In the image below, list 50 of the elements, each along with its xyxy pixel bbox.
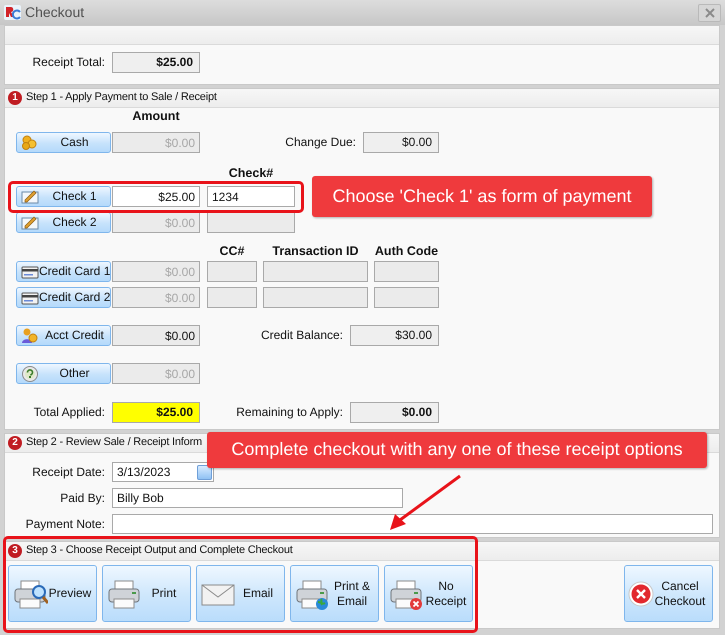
amount-display: $0.00 xyxy=(363,132,439,153)
field-label: Payment Note: xyxy=(24,516,105,532)
total-applied-value: $25.00 xyxy=(112,402,200,423)
column-header: CC# xyxy=(218,245,246,257)
field-label: Paid By: xyxy=(59,490,105,506)
close-button[interactable] xyxy=(698,4,721,22)
payment-button[interactable]: Acct Credit xyxy=(16,325,111,346)
person-coins-icon xyxy=(21,326,39,344)
field-label: Total Applied: xyxy=(32,405,105,420)
amount-display: $30.00 xyxy=(350,325,439,346)
cancel-icon xyxy=(628,580,654,606)
step-number-badge: 3 xyxy=(8,544,22,558)
receipt-button[interactable]: No Receipt xyxy=(384,565,473,622)
amount-field[interactable]: $0.00 xyxy=(112,325,200,346)
window-title: Checkout xyxy=(25,4,84,21)
field-label: Receipt Total: xyxy=(32,55,105,70)
arrow xyxy=(390,474,461,530)
payment-button[interactable]: Check 1 xyxy=(16,186,111,207)
receipt-button[interactable]: Print & Email xyxy=(290,565,379,622)
receipt-button[interactable]: Print xyxy=(102,565,191,622)
close-icon xyxy=(704,8,714,18)
field-label: Credit Balance: xyxy=(260,328,343,343)
dropdown-button[interactable] xyxy=(197,464,212,480)
remaining-value: $0.00 xyxy=(350,402,439,423)
column-header: Auth Code xyxy=(374,245,439,257)
section-title: Step 1 - Apply Payment to Sale / Receipt xyxy=(26,91,217,105)
field-label: Receipt Date: xyxy=(31,464,105,480)
column-header: Transaction ID xyxy=(271,245,360,257)
column-header: Check# xyxy=(228,167,274,179)
date-field[interactable]: 3/13/2023 xyxy=(112,462,214,482)
column-header: Amount xyxy=(131,110,181,122)
section-title: Step 3 - Choose Receipt Output and Complete Checkout xyxy=(26,544,293,558)
cancel-button[interactable]: Cancel Checkout xyxy=(624,565,713,622)
step-number-badge: 2 xyxy=(8,436,22,450)
section-title: Step 2 - Review Sale / Receipt Inform xyxy=(26,436,202,450)
app-logo-icon xyxy=(4,4,21,21)
question-icon xyxy=(21,364,39,382)
field-label: Remaining to Apply: xyxy=(235,405,343,420)
receipt-button[interactable]: Preview xyxy=(8,565,97,622)
callout-label: Choose 'Check 1' as form of payment xyxy=(312,176,652,217)
receipt-button[interactable]: Email xyxy=(196,565,285,622)
amount-field[interactable]: $25.00 xyxy=(112,186,200,207)
callout-label: Complete checkout with any one of these receipt options xyxy=(207,432,707,468)
note-field[interactable] xyxy=(112,514,713,534)
coins-icon xyxy=(21,134,39,152)
step-number-badge: 1 xyxy=(8,91,22,105)
check-number-field[interactable]: 1234 xyxy=(207,186,295,207)
field-label: Change Due: xyxy=(284,135,356,150)
input-field[interactable]: Billy Bob xyxy=(112,488,403,508)
receipt-total-value: $25.00 xyxy=(112,52,200,73)
